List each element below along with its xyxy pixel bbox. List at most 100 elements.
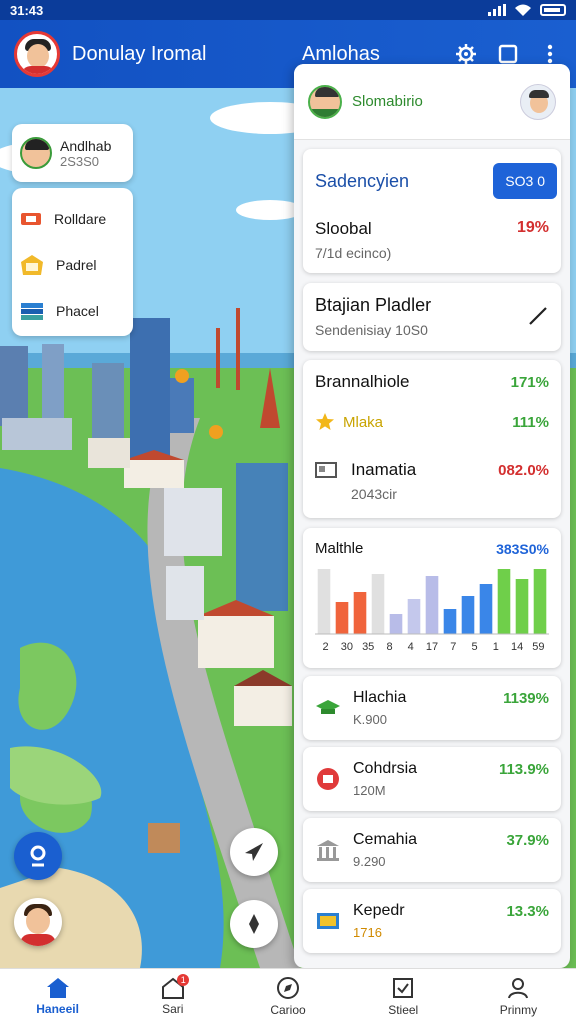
frame-icon — [21, 255, 43, 275]
chart-title: Malthle — [315, 540, 364, 557]
list-item-value: 1139% — [503, 690, 549, 707]
chart-bar — [353, 592, 367, 634]
square-icon[interactable] — [496, 42, 520, 66]
bravian-card[interactable]: Btajian Pladler Sendenisiay 10S0 — [303, 283, 561, 351]
app-center-label[interactable]: Amlohas — [302, 43, 380, 66]
stats-title-value: 171% — [510, 373, 549, 391]
chart-value: 383S0% — [496, 540, 549, 557]
stats-card: Brannalhiole 171% Mlaka 111% Inamatia 08… — [303, 360, 561, 518]
summary-label: Sloobal — [315, 219, 372, 238]
chart-bar — [389, 614, 403, 634]
edit-icon[interactable] — [527, 305, 549, 327]
list-item[interactable]: Cohdrsia 120M 113.9% — [303, 747, 561, 811]
ins-sub: 2043cir — [351, 486, 397, 502]
profile-icon — [508, 978, 529, 999]
settings-icon[interactable] — [454, 42, 478, 66]
nav-checklist[interactable]: Stieel — [346, 969, 461, 1024]
navigate-button[interactable] — [230, 828, 278, 876]
chart-bar — [371, 574, 385, 634]
menu-label: Padrel — [56, 257, 97, 273]
side-panel: Slomabirio Sadencyien SO3 0 Sloobal 19% … — [294, 64, 570, 968]
summary-value: 19% — [516, 219, 549, 236]
compass-icon — [277, 977, 299, 999]
nav-profile[interactable]: Prinmy — [461, 969, 576, 1024]
star-value: 111% — [512, 413, 549, 431]
chart-tick-label: 35 — [362, 641, 374, 653]
wifi-icon — [515, 4, 531, 16]
list-item-value: 13.3% — [506, 903, 549, 920]
list-item[interactable]: Hlachia K.900 1139% — [303, 676, 561, 740]
home-icon — [46, 978, 69, 998]
list-item[interactable]: Cemahia 9.290 37.9% — [303, 818, 561, 882]
summary-sub: 7/1d ecinco) — [315, 245, 392, 261]
nav-home[interactable]: Haneeil — [0, 969, 115, 1024]
checklist-icon — [393, 978, 414, 998]
bottom-nav: Haneeil 1 Sari Carioo Stieel Prinmy — [0, 968, 576, 1024]
nav-label: Sari — [162, 1002, 184, 1016]
signal-icon — [488, 4, 506, 16]
chart-tick-label: 17 — [426, 641, 438, 653]
chart-bar — [407, 599, 421, 634]
chart-card: Malthle 383S0% 2 30 35 8 4 17 7 5 1 14 59 — [303, 528, 561, 668]
list-item-title: Cemahia — [353, 831, 418, 848]
nav-compass[interactable]: Carioo — [230, 969, 345, 1024]
ins-label: Inamatia — [351, 460, 417, 479]
nav-label: Prinmy — [499, 1003, 538, 1017]
menu-item-rolldare[interactable]: Rolldare — [20, 196, 125, 242]
panel-title: Slomabirio — [352, 93, 423, 110]
chart-tick-label: 59 — [532, 641, 544, 653]
more-vert-icon[interactable] — [538, 42, 562, 66]
chart-tick-label: 1 — [493, 641, 499, 653]
panel-header: Slomabirio — [294, 64, 570, 140]
user-location-avatar[interactable] — [14, 898, 62, 946]
chart-bar — [497, 569, 511, 634]
star-icon — [316, 413, 334, 430]
nav-label: Carioo — [270, 1003, 306, 1017]
user-value: 2S3S0 — [60, 153, 100, 169]
list-item-title: Kepedr — [353, 902, 405, 919]
list-item-sub: 9.290 — [353, 854, 386, 869]
profile-avatar[interactable] — [14, 31, 60, 77]
stats-title: Brannalhiole — [315, 372, 410, 391]
summary-button[interactable]: SO3 0 — [493, 163, 557, 199]
user-avatar — [20, 137, 52, 169]
stack-icon — [21, 303, 43, 320]
bar-chart: 2 30 35 8 4 17 7 5 1 14 59 — [315, 569, 549, 653]
chart-bar — [533, 569, 547, 634]
menu-item-phacel[interactable]: Phacel — [20, 288, 125, 334]
book-icon — [315, 908, 341, 934]
map-pin-icon — [30, 845, 46, 867]
menu-item-padrel[interactable]: Padrel — [20, 242, 125, 288]
list-item-sub: 1716 — [353, 925, 382, 940]
battery-icon — [540, 4, 566, 16]
panel-profile-avatar[interactable] — [520, 83, 556, 120]
chart-bar — [443, 609, 457, 634]
recenter-button[interactable] — [230, 900, 278, 948]
ins-value: 082.0% — [498, 461, 549, 479]
menu-label: Rolldare — [54, 211, 107, 227]
list-item[interactable]: Kepedr 1716 13.3% — [303, 889, 561, 953]
graduation-cap-icon — [315, 695, 341, 721]
chart-tick-label: 2 — [323, 641, 329, 653]
nav-label: Stieel — [388, 1003, 419, 1017]
list-item-sub: K.900 — [353, 712, 387, 727]
chart-bar — [335, 602, 349, 634]
monitor-icon — [315, 462, 337, 478]
map-layers-button[interactable] — [14, 832, 62, 880]
chart-bar — [461, 596, 475, 634]
status-bar: 31:43 — [0, 0, 576, 20]
chart-tick-label: 14 — [511, 641, 523, 653]
nav-store[interactable]: 1 Sari — [115, 969, 230, 1024]
badge-icon — [315, 766, 341, 792]
notification-badge: 1 — [177, 974, 190, 986]
star-label: Mlaka — [343, 413, 384, 431]
chart-bar — [515, 579, 529, 634]
chart-tick-label: 4 — [408, 641, 414, 653]
chart-tick-label: 30 — [341, 641, 353, 653]
map-menu: Rolldare Padrel Phacel — [12, 188, 133, 336]
user-card[interactable]: Andlhab 2S3S0 — [12, 124, 133, 182]
chart-bar — [425, 576, 439, 634]
nav-label: Haneeil — [36, 1002, 79, 1016]
panel-avatar[interactable] — [308, 84, 342, 119]
chart-tick-label: 8 — [386, 641, 392, 653]
